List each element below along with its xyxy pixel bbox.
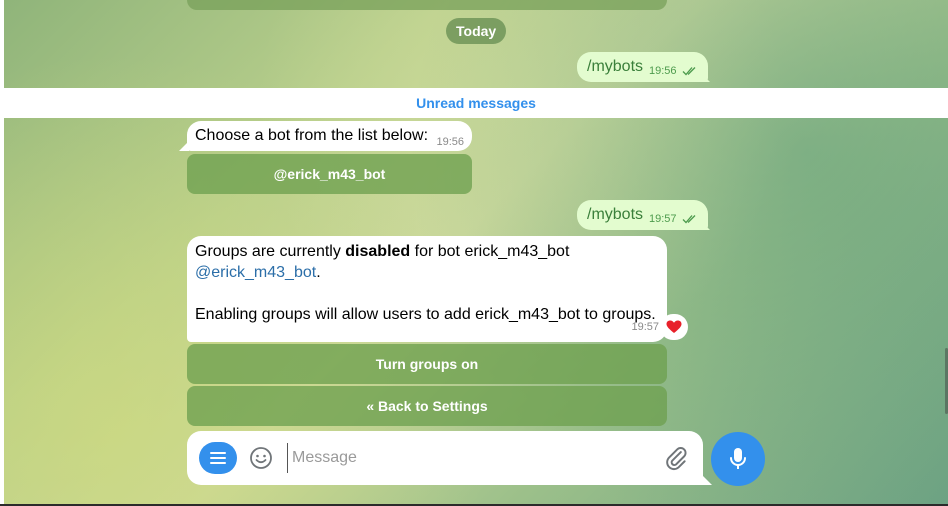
message-time: 19:57 [649,213,677,225]
paperclip-icon[interactable] [663,445,689,471]
bot-select-button[interactable]: @erick_m43_bot [187,154,472,194]
double-check-icon [682,215,696,224]
incoming-message[interactable]: Groups are currently disabled for bot er… [187,236,667,342]
message-composer [187,431,703,485]
message-input[interactable] [287,443,647,473]
message-text: /mybots [587,58,644,75]
message-time: 19:56 [436,136,464,148]
emoji-icon[interactable] [249,446,273,470]
message-time: 19:57 [631,321,659,333]
message-line: Enabling groups will allow users to add … [195,306,656,323]
heart-reaction[interactable] [660,314,688,340]
microphone-icon [730,448,746,469]
incoming-message[interactable]: Choose a bot from the list below: 19:56 [187,121,472,151]
back-to-settings-button[interactable]: « Back to Settings [187,386,667,426]
message-meta: 19:56 [649,65,698,77]
heart-icon [666,320,682,333]
double-check-icon [682,67,696,76]
message-text: Groups are currently [195,243,346,260]
message-text: Choose a bot from the list below: [195,127,429,144]
window-edge [0,0,4,506]
message-meta: 19:57 [649,213,698,225]
message-text: for bot erick_m43_bot [410,243,570,260]
bot-username-link[interactable]: @erick_m43_bot [195,264,316,281]
menu-icon [210,452,226,464]
turn-groups-on-button[interactable]: Turn groups on [187,344,667,384]
message-bold-text: disabled [345,243,411,260]
date-separator: Today [446,18,507,44]
outgoing-message[interactable]: /mybots 19:56 [577,52,708,82]
outgoing-message[interactable]: /mybots 19:57 [577,200,708,230]
message-line: Groups are currently disabled for bot er… [195,241,659,262]
previous-keyboard-button[interactable] [187,0,667,10]
bot-menu-button[interactable] [199,442,237,474]
message-line: @erick_m43_bot. [195,262,659,283]
unread-messages-divider: Unread messages [4,88,948,118]
message-text: . [316,264,321,281]
message-text: /mybots [587,206,644,223]
message-time: 19:56 [649,65,677,77]
record-voice-button[interactable] [711,432,765,486]
